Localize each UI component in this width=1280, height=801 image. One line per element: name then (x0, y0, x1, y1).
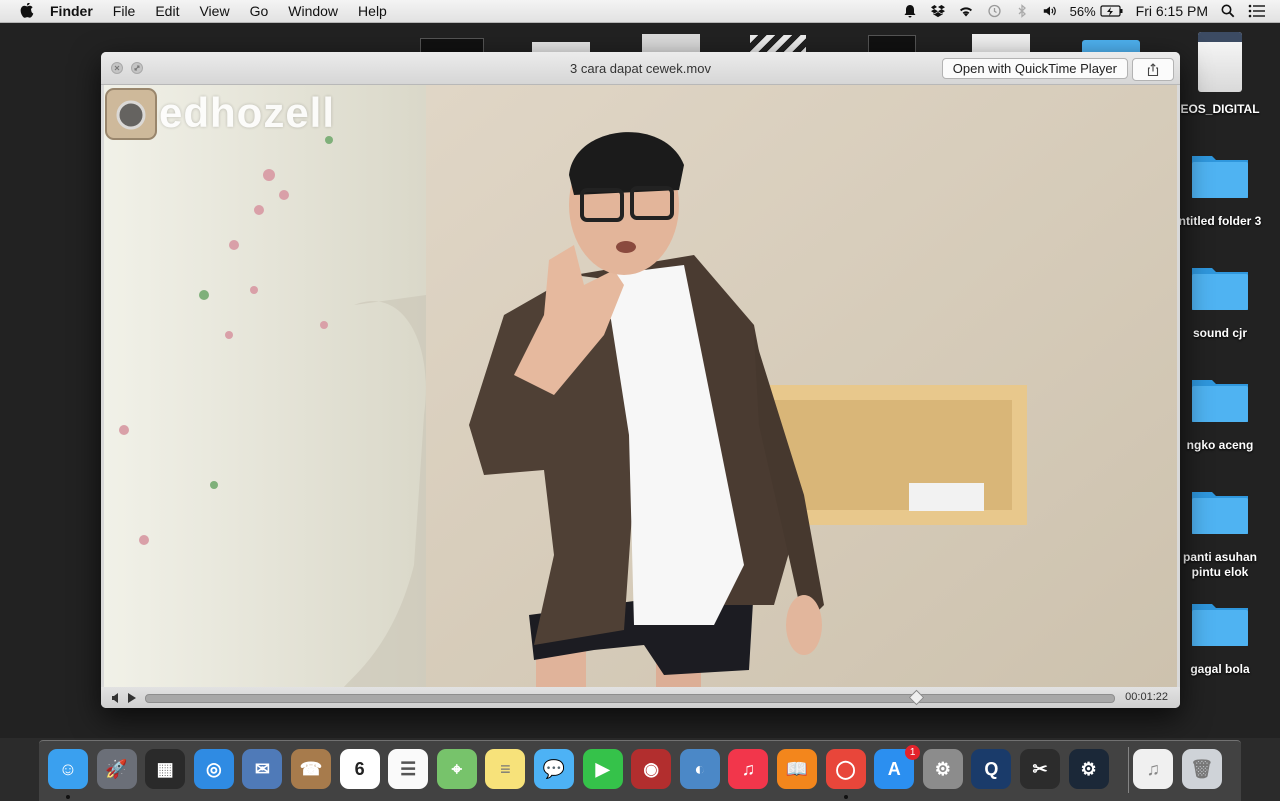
scrubber-track[interactable] (145, 689, 1115, 706)
dock-contacts-icon[interactable]: ☎ (291, 749, 331, 789)
desktop-item-sound-cjr[interactable]: sound cjr (1165, 262, 1275, 341)
notification-icon[interactable] (902, 3, 918, 19)
desktop-file-thumbnail[interactable] (642, 34, 700, 53)
apple-menu-icon[interactable] (16, 3, 38, 19)
share-button[interactable] (1132, 58, 1174, 81)
open-with-quicktime-button[interactable]: Open with QuickTime Player (941, 58, 1128, 79)
play-icon (128, 693, 136, 703)
play-button[interactable] (127, 691, 137, 708)
dock-iphoto-icon[interactable]: ◐ (679, 749, 720, 789)
desktop-item-label: panti asuhan pintu elok (1182, 550, 1257, 579)
notification-center-icon[interactable] (1248, 4, 1266, 18)
dock-finder-icon[interactable]: ☺ (48, 749, 88, 789)
dock-itunes-icon[interactable]: ♫ (728, 749, 769, 789)
desktop-item-ngko-aceng[interactable]: ngko aceng (1165, 374, 1275, 453)
video-watermark: edhozell (159, 89, 336, 136)
dock-facetime-icon[interactable]: ▶ (582, 749, 623, 789)
dock-photo-booth-icon[interactable]: ◉ (631, 749, 672, 789)
menu-app-finder[interactable]: Finder (50, 3, 93, 19)
video-frame[interactable]: edhozell (104, 85, 1177, 687)
wifi-icon[interactable] (958, 3, 974, 19)
volume-icon[interactable] (1042, 3, 1058, 19)
menu-file[interactable]: File (113, 3, 136, 19)
dock-trash-icon[interactable]: 🗑 (1181, 749, 1222, 789)
dock-reminders-icon[interactable]: ☰ (388, 749, 429, 789)
quick-look-window: 3 cara dapat cewek.mov Open with QuickTi… (101, 52, 1180, 708)
dock-safari-icon[interactable]: ◎ (193, 749, 234, 789)
playback-controls: 00:01:22 (101, 687, 1180, 708)
desktop-item-label: ngko aceng (1186, 438, 1254, 452)
folder-icon (1190, 374, 1250, 424)
desktop-item-label: gagal bola (1190, 662, 1250, 676)
menu-edit[interactable]: Edit (155, 3, 179, 19)
desktop-item-eos-digital[interactable]: EOS_DIGITAL (1165, 32, 1275, 117)
dock-notes-icon[interactable]: ≡ (485, 749, 526, 789)
dock-calendar-icon[interactable]: 6 (339, 749, 380, 789)
dock-messages-icon[interactable]: 💬 (534, 749, 574, 789)
folder-icon (1190, 486, 1250, 536)
share-icon (1147, 62, 1159, 76)
menu-window[interactable]: Window (288, 3, 338, 19)
desktop-item-label: EOS_DIGITAL (1180, 102, 1260, 116)
dock-quicktime-icon[interactable]: Q (971, 749, 1012, 789)
desktop-file-thumbnail[interactable] (750, 35, 806, 53)
elapsed-time: 00:01:22 (1125, 691, 1168, 703)
scrubber-knob[interactable] (908, 689, 924, 706)
sd-card-icon (1198, 32, 1242, 92)
dock-mail-icon[interactable]: ✉ (242, 749, 283, 789)
menu-go[interactable]: Go (250, 3, 269, 19)
folder-icon (1190, 262, 1250, 312)
dock-running-indicator (843, 795, 848, 799)
volume-icon[interactable] (111, 691, 121, 708)
dock-maps-icon[interactable]: ⌖ (436, 749, 477, 789)
dock-system-preferences-icon[interactable]: ⚙ (922, 749, 963, 789)
video-still (104, 85, 1177, 687)
dock-steam-icon[interactable]: ⚙ (1068, 749, 1109, 789)
folder-icon (1190, 150, 1250, 200)
battery-icon[interactable] (1100, 4, 1124, 18)
desktop-item-untitled-folder-3[interactable]: ntitled folder 3 (1165, 150, 1275, 229)
menu-bar: Finder File Edit View Go Window Help 56%… (0, 0, 1280, 23)
clock[interactable]: Fri 6:15 PM (1136, 3, 1208, 19)
dock-chrome-icon[interactable]: ◯ (825, 749, 866, 789)
dock-badge: 1 (905, 745, 921, 760)
desktop-item-gagal-bola[interactable]: gagal bola (1165, 598, 1275, 677)
dock-launchpad-icon[interactable]: 🚀 (96, 749, 137, 789)
folder-icon (1190, 598, 1250, 648)
dock-running-indicator (66, 795, 70, 799)
dock: ☺ 🚀 ▦ ◎ ✉ ☎ 6 ☰ ⌖ ≡ 💬 ▶ ◉ ◐ ♫ 📖 ◯ A 1 ⚙ Q ✂ ⚙ ♫ 🗑 (39, 740, 1241, 801)
dock-music-document-icon[interactable]: ♫ (1133, 749, 1174, 789)
time-machine-icon[interactable] (986, 3, 1002, 19)
battery-percent[interactable]: 56% (1070, 4, 1096, 19)
desktop-item-label: sound cjr (1192, 326, 1247, 340)
dock-final-cut-pro-icon[interactable]: ✂ (1020, 749, 1060, 789)
dock-app-store-icon[interactable]: A1 (874, 745, 921, 789)
desktop-item-panti-asuhan-pintu-elok[interactable]: panti asuhan pintu elok (1165, 486, 1275, 580)
dropbox-icon[interactable] (930, 3, 946, 19)
menu-help[interactable]: Help (358, 3, 387, 19)
menu-view[interactable]: View (199, 3, 229, 19)
dock-separator (1128, 747, 1129, 793)
dock-mission-control-icon[interactable]: ▦ (145, 749, 186, 789)
bluetooth-icon[interactable] (1014, 3, 1030, 19)
dock-ibooks-icon[interactable]: 📖 (777, 749, 817, 789)
desktop-item-label: ntitled folder 3 (1178, 214, 1262, 228)
window-titlebar[interactable]: 3 cara dapat cewek.mov Open with QuickTi… (101, 52, 1180, 85)
spotlight-icon[interactable] (1220, 3, 1236, 19)
desktop-file-thumbnail[interactable] (972, 34, 1030, 53)
